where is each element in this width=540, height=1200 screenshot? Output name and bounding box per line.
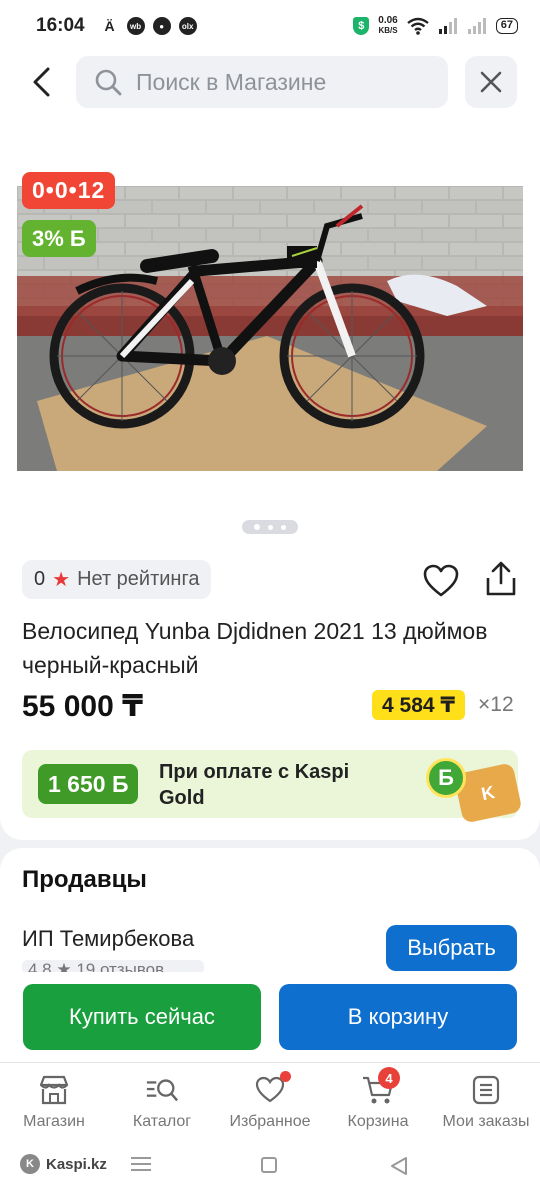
nav-item-catalog[interactable]: Каталог [108,1063,216,1144]
share-icon [486,561,516,596]
pager-dot-active [254,524,260,530]
favorite-button[interactable] [423,564,459,598]
add-to-cart-button[interactable]: В корзину [279,984,517,1050]
system-navigation-bar: K Kaspi.kz [0,1144,540,1200]
nav-item-cart[interactable]: 4 Корзина [324,1063,432,1144]
kaspi-brand-text: Kaspi.kz [46,1155,107,1173]
installment-price[interactable]: 4 584 ₸ [372,690,465,720]
security-icon: $ [353,17,370,35]
olx-app-icon: olx [178,17,197,35]
nav-item-shop[interactable]: Магазин [0,1063,108,1144]
favorites-dot-badge [280,1071,291,1082]
star-icon: ★ [52,569,71,591]
gold-bonus-text: При оплате с Kaspi Gold [159,761,350,809]
bonus-badge: 3% Б [22,220,96,257]
wb-app-icon: wb [126,17,145,35]
search-placeholder: Поиск в Магазине [136,68,327,95]
sellers-title: Продавцы [22,866,147,893]
shop-icon [39,1075,69,1105]
product-price: 55 000 ₸ [22,690,143,723]
system-back-icon[interactable] [389,1156,409,1176]
nav-item-orders[interactable]: Мои заказы [432,1063,540,1144]
battery-indicator: 67 [495,18,518,34]
nav-label: Магазин [23,1113,85,1130]
nav-item-favorites[interactable]: Избранное [216,1063,324,1144]
nav-label: Избранное [229,1113,311,1130]
buy-now-button[interactable]: Купить сейчас [23,984,261,1050]
rating-value: 0 [34,568,46,590]
nav-label: Мои заказы [442,1113,530,1130]
cart-count-badge: 4 [378,1067,400,1089]
notification-icons: Ä wb ● olx [101,17,197,35]
rating-chip[interactable]: 0 ★ Нет рейтинга [22,560,212,599]
back-button[interactable] [24,62,58,102]
signal-2-icon [467,18,486,34]
gold-bonus-amount: 1 650 Б [38,764,139,804]
top-bar: Поиск в Магазине [0,52,540,116]
share-button[interactable] [484,561,518,597]
image-pager [242,520,298,534]
seller-name[interactable]: ИП Темирбекова [22,926,194,952]
installment-months: ×12 [478,693,514,716]
pager-dot [268,524,273,530]
search-input[interactable]: Поиск в Магазине [76,56,448,108]
a-notification-icon: Ä [104,18,115,34]
status-bar: 16:04 Ä wb ● olx $ 0.06 KB/S 67 [0,0,540,52]
close-icon [480,71,502,93]
choose-seller-button[interactable]: Выбрать [386,925,517,971]
wifi-icon [407,17,429,35]
messenger-icon: ● [152,17,171,35]
product-card: 0•0•12 3% Б 0 ★ Нет рейтинга Велосипед Y… [0,116,540,840]
kaspi-gold-banner[interactable]: 1 650 Б При оплате с Kaspi Gold K Б [22,750,523,824]
heart-icon [423,564,459,597]
recent-apps-button[interactable] [131,1157,151,1171]
nav-label: Каталог [132,1113,192,1130]
network-speed: 0.06 KB/S [378,15,398,36]
home-button[interactable] [261,1157,277,1173]
catalog-search-icon [146,1079,179,1102]
status-time: 16:04 [36,15,85,36]
bonus-coin-icon: Б [426,758,466,798]
bottom-navigation: Магазин Каталог Избранное 4 Корзина Мои … [0,1062,540,1144]
product-title: Велосипед Yunba Djdidnen 2021 13 дюймов … [22,618,488,678]
kaspi-logo: K Kaspi.kz [20,1154,107,1174]
rating-text: Нет рейтинга [77,568,200,590]
pager-dot [281,524,286,530]
installment-promo-badge: 0•0•12 [22,172,116,209]
search-icon [95,69,122,96]
purchase-actions: Купить сейчас В корзину [0,972,540,1062]
nav-label: Корзина [347,1113,409,1130]
kaspi-logo-icon: K [20,1154,40,1174]
close-button[interactable] [465,56,517,108]
orders-icon [472,1075,500,1105]
signal-icon [438,18,457,34]
chevron-left-icon [33,67,50,97]
